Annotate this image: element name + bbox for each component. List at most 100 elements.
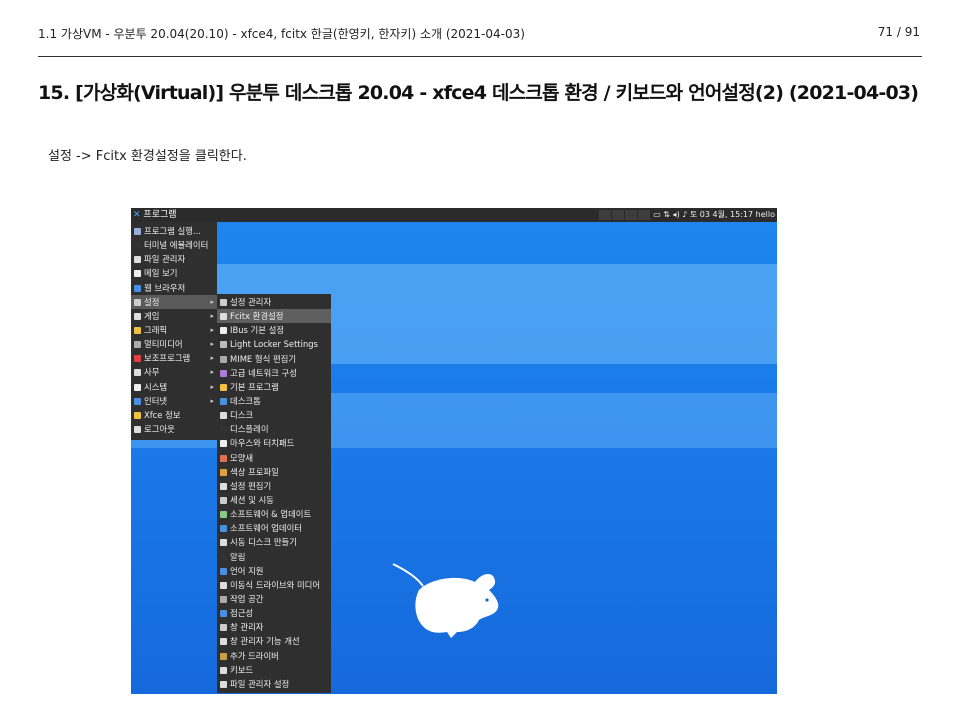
session-icon [220,496,227,504]
mail-icon [134,270,141,278]
settings-menu-item-label: 시동 디스크 만들기 [230,537,297,548]
settings-menu-item-label: 디스크 [230,410,254,421]
settings-menu-item[interactable]: 키보드 [217,663,331,677]
settings-menu-item[interactable]: 추가 드라이버 [217,649,331,663]
driver-icon [220,652,227,660]
desktop-screenshot: ✕ 프로그램 ▭ ⇅ ◂) ♪ 토 03 4월, 15:17 hello 프로그… [131,208,777,694]
settings-menu-item[interactable]: 모양새 [217,451,331,465]
settings-menu-item[interactable]: 창 관리자 기능 개선 [217,634,331,648]
clock[interactable]: 토 03 4월, 15:17 [690,210,753,219]
main-menu-item[interactable]: 터미널 에뮬레이터 [131,238,217,252]
settings-menu-item-label: MIME 형식 편집기 [230,353,297,364]
settings-editor-icon [220,482,227,490]
default-apps-icon [220,383,227,391]
settings-menu-item[interactable]: 접근성 [217,606,331,620]
workspace-icon [220,595,227,603]
settings-menu-item[interactable]: 설정 편집기 [217,479,331,493]
keyboard-icon [220,666,227,674]
settings-menu-item[interactable]: 언어 지원 [217,564,331,578]
xfce-mouse-logo [392,563,499,638]
main-menu-item-label: 멀티미디어 [144,339,183,350]
settings-menu-item[interactable]: 디스크 [217,408,331,422]
accessories-icon [134,355,141,363]
settings-menu-item[interactable]: 파일 관리자 설정 [217,677,331,691]
appearance-icon [220,454,227,462]
top-panel: ✕ 프로그램 ▭ ⇅ ◂) ♪ 토 03 4월, 15:17 hello [131,208,777,222]
xfce-logo-icon: ✕ [133,210,141,220]
settings-menu-item[interactable]: 창 관리자 [217,620,331,634]
panel-tray: ▭ ⇅ ◂) ♪ 토 03 4월, 15:17 hello [598,208,775,222]
submenu-arrow-icon: ▸ [210,340,214,349]
settings-menu-item[interactable]: 데스크톱 [217,394,331,408]
settings-menu-item-label: 디스플레이 [230,424,269,435]
main-menu-item-label: 시스템 [144,381,168,392]
main-menu-item[interactable]: Xfce 정보 [131,408,217,422]
settings-menu-item[interactable]: 소프트웨어 업데이터 [217,521,331,535]
main-menu-item[interactable]: 메일 보기 [131,266,217,280]
ibus-icon [220,327,227,335]
settings-menu-item[interactable]: 디스플레이 [217,422,331,436]
user-menu[interactable]: hello [756,210,775,219]
workspace-switcher[interactable] [598,209,611,220]
settings-menu-item[interactable]: IBus 기본 설정 [217,323,331,337]
window-manager-icon [220,624,227,632]
applications-menu-button[interactable]: ✕ 프로그램 [133,208,177,222]
software-icon [220,511,227,519]
settings-menu-item[interactable]: MIME 형식 편집기 [217,352,331,366]
settings-menu-item[interactable]: 색상 프로파일 [217,465,331,479]
settings-menu-item-label: Fcitx 환경설정 [230,311,284,322]
graphics-icon [134,326,141,334]
settings-menu-item[interactable]: 마우스와 터치패드 [217,436,331,450]
settings-menu-item[interactable]: 소프트웨어 & 업데이트 [217,507,331,521]
main-menu-item[interactable]: 시스템 ▸ [131,380,217,394]
settings-menu-item[interactable]: 기본 프로그램 [217,380,331,394]
main-menu-item-label: 로그아웃 [144,423,175,434]
submenu-arrow-icon: ▸ [210,368,214,377]
settings-menu-item-label: 설정 편집기 [230,480,272,491]
logout-icon [134,425,141,433]
main-menu-item-label: 그래픽 [144,324,168,335]
settings-menu-item[interactable]: 이동식 드라이브와 미디어 [217,578,331,592]
file-manager-settings-icon [220,680,227,688]
settings-menu-item-label: 창 관리자 [230,622,264,633]
settings-menu-item[interactable]: Fcitx 환경설정 [217,309,331,324]
main-menu-item[interactable]: 프로그램 실행... [131,224,217,238]
settings-menu-item[interactable]: 세션 및 시동 [217,493,331,507]
volume-tray-icon[interactable]: ◂) [673,210,680,219]
main-menu-item-label: 웹 브라우저 [144,282,186,293]
settings-menu-item[interactable]: 작업 공간 [217,592,331,606]
submenu-arrow-icon: ▸ [210,311,214,320]
settings-menu-item-label: IBus 기본 설정 [230,325,285,336]
settings-menu-item[interactable]: 알림 [217,550,331,564]
star-icon [134,411,141,419]
main-menu-item-label: 메일 보기 [144,268,178,279]
mouse-icon [220,440,227,448]
desktop-icon [220,397,227,405]
settings-menu-item[interactable]: 시동 디스크 만들기 [217,535,331,549]
main-menu-item[interactable]: 로그아웃 [131,422,217,436]
settings-menu-item-label: 기본 프로그램 [230,381,279,392]
settings-menu-item[interactable]: 설정 관리자 [217,295,331,309]
main-menu-item[interactable]: 게임 ▸ [131,309,217,323]
accessibility-icon [220,610,227,618]
settings-menu-item-label: 접근성 [230,608,254,619]
main-menu-item[interactable]: 멀티미디어 ▸ [131,337,217,351]
main-menu-item[interactable]: 파일 관리자 [131,252,217,266]
main-menu-item[interactable]: 설정 ▸ [131,294,217,309]
settings-menu-item[interactable]: Light Locker Settings [217,337,331,351]
settings-menu-item-label: 고급 네트워크 구성 [230,367,297,378]
settings-menu-item-label: 세션 및 시동 [230,494,274,505]
keyboard-tray-icon[interactable]: ▭ [653,210,661,219]
settings-menu-item-label: 파일 관리자 설정 [230,678,290,689]
updater-icon [220,525,227,533]
network-tray-icon[interactable]: ⇅ [663,210,670,219]
main-menu-item[interactable]: 인터넷 ▸ [131,394,217,408]
main-menu-item[interactable]: 그래픽 ▸ [131,323,217,337]
settings-menu-item[interactable]: 고급 네트워크 구성 [217,366,331,380]
notification-bell-icon[interactable]: ♪ [682,210,687,219]
main-menu-item[interactable]: 보조프로그램 ▸ [131,351,217,365]
submenu-arrow-icon: ▸ [210,297,214,306]
main-menu-item[interactable]: 사무 ▸ [131,365,217,379]
main-menu-item-label: 프로그램 실행... [144,226,201,236]
main-menu-item[interactable]: 웹 브라우저 [131,281,217,295]
